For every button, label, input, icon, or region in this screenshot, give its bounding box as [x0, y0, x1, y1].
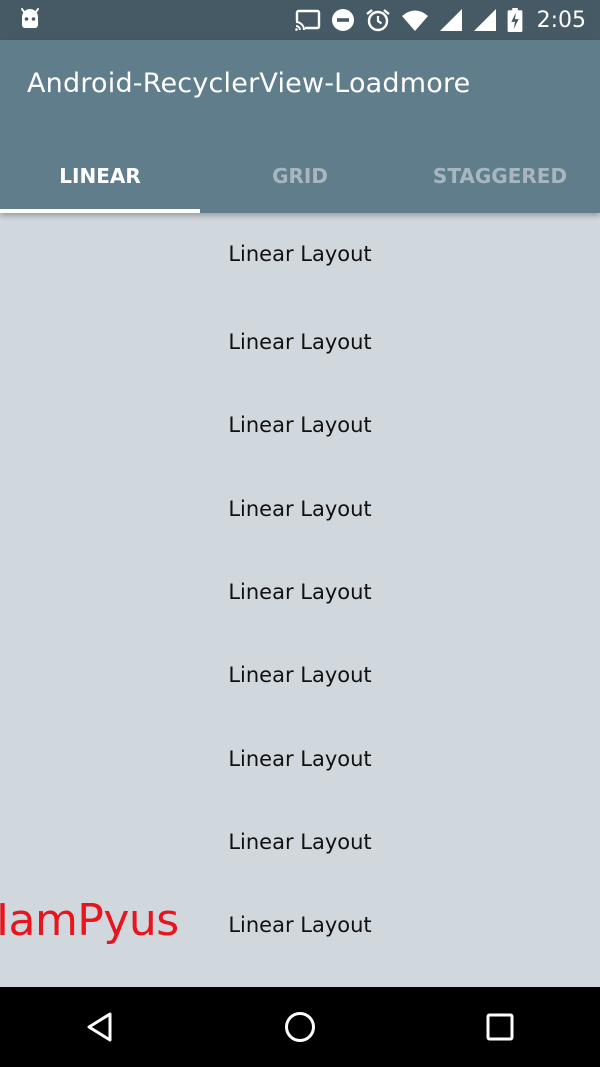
status-bar: 2:05: [0, 0, 600, 40]
list-item[interactable]: Linear Layout: [0, 384, 600, 467]
recents-button[interactable]: [460, 987, 540, 1067]
list-item[interactable]: Linear Layout: [0, 301, 600, 384]
list-item[interactable]: Linear Layout: [0, 717, 600, 800]
watermark: IamPyus: [0, 895, 179, 946]
cast-icon: [294, 9, 320, 31]
tab-grid[interactable]: GRID: [200, 146, 400, 213]
list-item[interactable]: Linear Layout: [0, 801, 600, 884]
tab-staggered[interactable]: STAGGERED: [400, 146, 600, 213]
list-item[interactable]: Linear Layout: [0, 634, 600, 717]
status-time: 2:05: [536, 7, 586, 33]
battery-charging-icon: [507, 8, 522, 32]
tab-indicator: [0, 209, 200, 213]
app-title: Android-RecyclerView-Loadmore: [27, 68, 471, 99]
app-bar: Android-RecyclerView-Loadmore LINEAR GRI…: [0, 40, 600, 213]
home-button[interactable]: [260, 987, 340, 1067]
list-item[interactable]: Linear Layout: [0, 468, 600, 551]
home-icon: [285, 1012, 315, 1042]
recents-icon: [486, 1013, 514, 1041]
do-not-disturb-icon: [331, 9, 354, 31]
android-icon: [21, 8, 39, 28]
alarm-icon: [365, 9, 390, 32]
list-item[interactable]: Linear Layout: [0, 213, 600, 301]
back-icon: [87, 1012, 112, 1042]
wifi-icon: [401, 10, 428, 31]
signal-icon: [473, 9, 496, 31]
tab-bar: LINEAR GRID STAGGERED: [0, 146, 600, 213]
status-icons: 2:05: [294, 6, 586, 34]
tab-linear[interactable]: LINEAR: [0, 146, 200, 213]
list-item[interactable]: Linear Layout: [0, 551, 600, 634]
recycler-list[interactable]: Linear Layout Linear Layout Linear Layou…: [0, 213, 600, 987]
back-button[interactable]: [60, 987, 140, 1067]
navigation-bar: [0, 987, 600, 1067]
signal-icon: [439, 9, 462, 31]
